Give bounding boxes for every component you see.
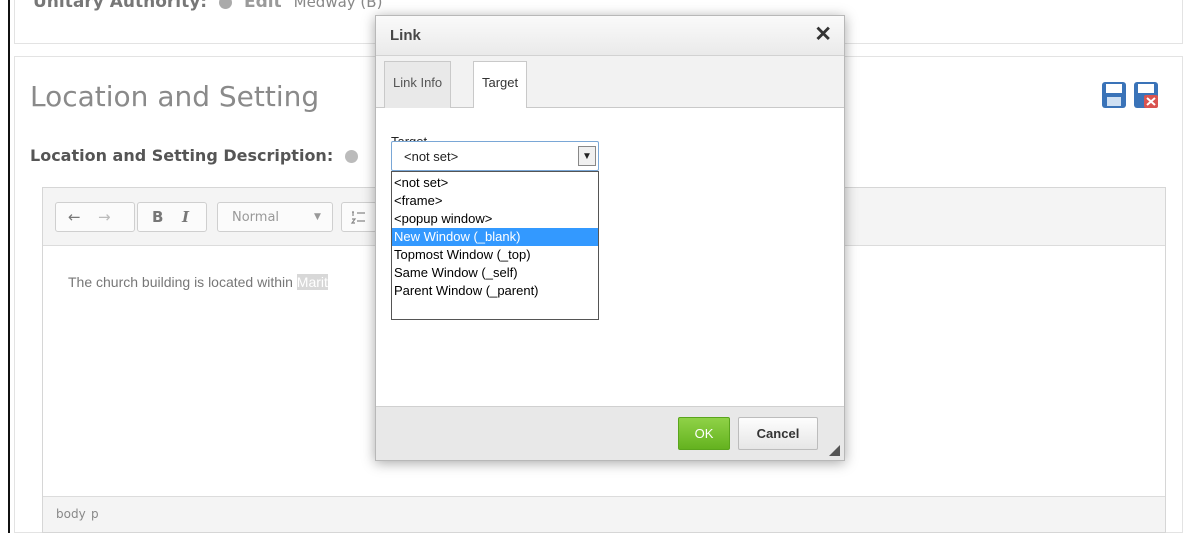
dialog-footer: OK Cancel	[376, 406, 844, 460]
target-options-list: <not set> <frame> <popup window> New Win…	[391, 171, 599, 320]
close-icon[interactable]: ✕	[814, 22, 832, 47]
option-popup-window[interactable]: <popup window>	[392, 210, 598, 228]
option-frame[interactable]: <frame>	[392, 192, 598, 210]
option-new-window[interactable]: New Window (_blank)	[392, 228, 598, 246]
dialog-header[interactable]: Link ✕	[376, 16, 844, 56]
editor-selected-text: Marit	[296, 274, 328, 290]
unitary-authority-value: Medway (B)	[293, 0, 383, 11]
help-icon[interactable]	[219, 0, 233, 9]
status-path-p[interactable]: p	[91, 507, 99, 521]
status-path-body[interactable]: body	[56, 507, 86, 521]
tab-target[interactable]: Target	[473, 61, 528, 109]
bold-button[interactable]: B	[152, 208, 163, 226]
unitary-authority-row: Unitary Authority: Edit Medway (B)	[33, 0, 382, 12]
target-select-value: <not set>	[404, 149, 459, 164]
list-group	[341, 202, 377, 232]
editor-text: The church building is located within	[68, 274, 297, 290]
format-group: B I	[137, 202, 207, 232]
section-title: Location and Setting	[30, 80, 320, 113]
chevron-down-icon: ▼	[314, 212, 321, 222]
target-select[interactable]: <not set> ▼	[391, 141, 599, 171]
link-dialog: Link ✕ Link Info Target Target <not set>…	[375, 15, 845, 461]
editor-content[interactable]: The church building is located within Ma…	[68, 274, 328, 290]
dialog-tabs: Link Info Target	[376, 56, 844, 109]
save-icon[interactable]	[1102, 82, 1126, 108]
undo-icon[interactable]: ←	[68, 208, 81, 226]
option-not-set[interactable]: <not set>	[392, 174, 598, 192]
redo-icon[interactable]: →	[98, 208, 111, 226]
cancel-button[interactable]: Cancel	[738, 417, 818, 450]
chevron-down-icon[interactable]: ▼	[578, 146, 596, 166]
undo-redo-group: ← →	[55, 202, 135, 232]
resize-handle[interactable]	[829, 445, 840, 456]
ok-button[interactable]: OK	[678, 417, 730, 450]
cancel-save-icon[interactable]	[1134, 82, 1158, 108]
tab-link-info[interactable]: Link Info	[384, 61, 452, 108]
option-topmost-window[interactable]: Topmost Window (_top)	[392, 246, 598, 264]
help-icon[interactable]	[344, 150, 358, 163]
italic-button[interactable]: I	[182, 208, 189, 226]
description-label-text: Location and Setting Description:	[30, 146, 334, 165]
edit-link[interactable]: Edit	[244, 0, 282, 12]
option-parent-window[interactable]: Parent Window (_parent)	[392, 282, 598, 300]
format-dropdown[interactable]: Normal ▼	[217, 202, 333, 232]
description-label: Location and Setting Description:	[30, 146, 358, 165]
option-same-window[interactable]: Same Window (_self)	[392, 264, 598, 282]
editor-status-bar: body p	[43, 496, 1165, 532]
format-dropdown-label: Normal	[232, 210, 280, 225]
unitary-authority-label: Unitary Authority:	[33, 0, 208, 12]
numbered-list-icon[interactable]	[350, 209, 366, 225]
dialog-title: Link	[390, 27, 421, 44]
